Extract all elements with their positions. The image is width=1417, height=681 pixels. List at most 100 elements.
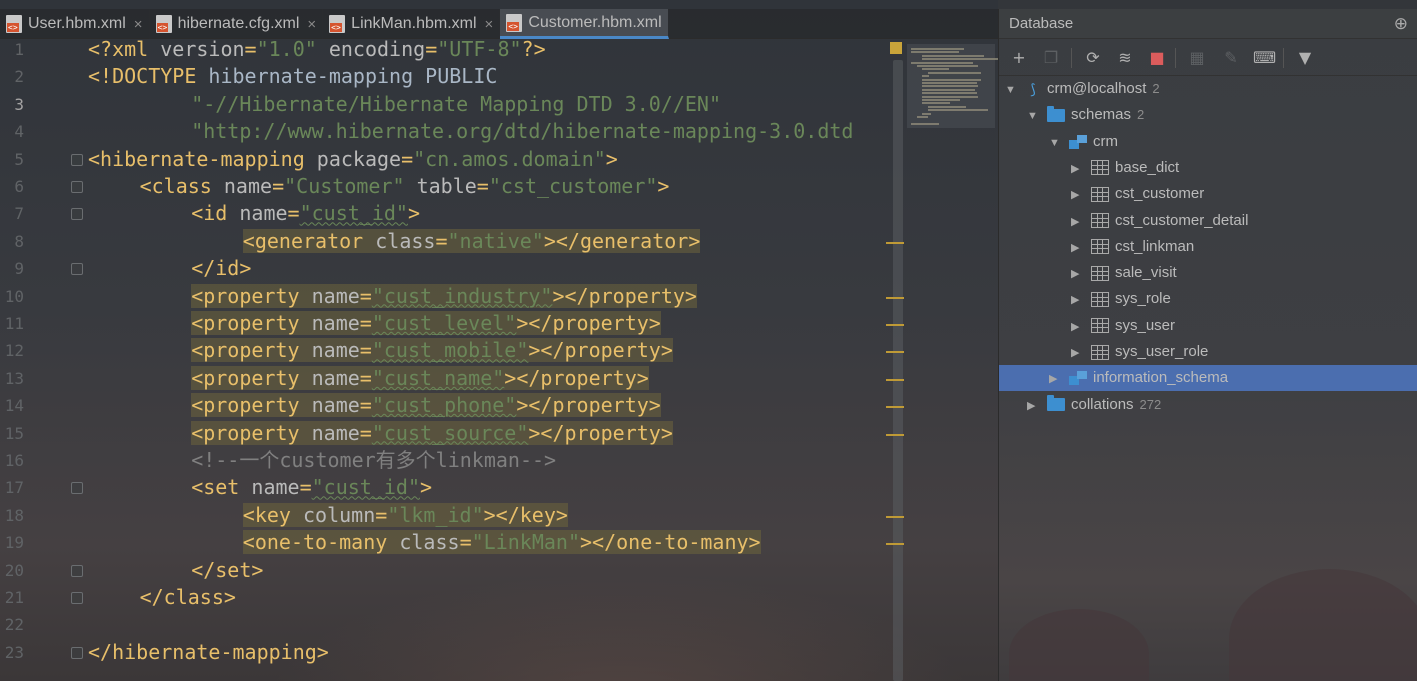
- collapsed-arrow-icon[interactable]: ▶: [1071, 182, 1085, 208]
- code-token: "cust_industry": [371, 283, 553, 308]
- code-token: ></property>: [516, 311, 661, 335]
- tree-node-sale-visit[interactable]: ▶ sale_visit: [999, 260, 1177, 286]
- table-icon: [1091, 186, 1109, 202]
- fold-marker-icon[interactable]: [71, 153, 83, 166]
- fold-marker-icon[interactable]: [71, 592, 83, 604]
- highlight-scroll-marker[interactable]: [886, 296, 904, 299]
- highlight-scroll-marker[interactable]: [886, 378, 904, 381]
- tree-node-sys-user[interactable]: ▶ sys_user: [999, 313, 1175, 339]
- collapsed-arrow-icon[interactable]: ▶: [1071, 287, 1085, 313]
- highlight-scroll-marker[interactable]: [886, 351, 904, 354]
- collapsed-arrow-icon[interactable]: ▶: [1071, 261, 1085, 287]
- code-line: <set name="cust_id">: [88, 474, 432, 501]
- copy-icon[interactable]: ❐: [1041, 48, 1061, 68]
- add-icon[interactable]: +: [1009, 48, 1029, 68]
- code-token: "cust_level": [371, 311, 517, 335]
- collapsed-arrow-icon[interactable]: ▶: [1071, 314, 1085, 340]
- fold-marker-icon[interactable]: [71, 181, 83, 193]
- tree-node-crm[interactable]: ▼ crm: [999, 129, 1118, 155]
- code-token: <property: [191, 283, 312, 308]
- sql-console-icon[interactable]: ⌨: [1253, 48, 1276, 68]
- close-tab-icon[interactable]: ×: [134, 16, 143, 33]
- code-token: name: [311, 393, 360, 418]
- vertical-scrollbar[interactable]: [893, 60, 903, 681]
- tree-node-base-dict[interactable]: ▶ base_dict: [999, 155, 1179, 181]
- code-token: >: [605, 146, 618, 171]
- collapsed-arrow-icon[interactable]: ▶: [1071, 156, 1085, 182]
- line-number: 8: [14, 231, 24, 251]
- minimap-line: [916, 116, 928, 118]
- tree-node-collations[interactable]: ▶ collations 272: [999, 392, 1161, 418]
- tree-node-label: sys_user: [1115, 316, 1176, 334]
- code-editor[interactable]: User.hbm.xml×hibernate.cfg.xml×LinkMan.h…: [0, 0, 998, 681]
- tree-node-label: cst_customer_detail: [1115, 211, 1249, 229]
- close-tab-icon[interactable]: ×: [307, 16, 316, 33]
- editor-tab[interactable]: User.hbm.xml ×: [0, 9, 150, 39]
- code-line: <!DOCTYPE hibernate-mapping PUBLIC: [88, 63, 497, 90]
- tree-node-crm-localhost[interactable]: ▼ ⟆ crm@localhost 2: [999, 76, 1160, 102]
- expanded-arrow-icon[interactable]: ▼: [1005, 77, 1019, 103]
- refresh-icon[interactable]: ⟳: [1083, 48, 1103, 68]
- code-token: ?>: [521, 37, 546, 61]
- code-token: "cust_phone": [371, 393, 517, 418]
- code-token: =: [244, 37, 257, 61]
- highlight-scroll-marker[interactable]: [886, 406, 904, 409]
- editor-tab[interactable]: Customer.hbm.xml: [500, 9, 669, 39]
- table-icon: [1091, 318, 1109, 334]
- xml-file-icon: [6, 15, 22, 33]
- highlight-scroll-marker[interactable]: [886, 543, 904, 546]
- minimap-line: [911, 122, 939, 125]
- code-token: <key: [242, 502, 304, 527]
- table-editor-icon[interactable]: ▦: [1187, 48, 1207, 68]
- code-token: "cust_name": [371, 365, 505, 390]
- fold-marker-icon[interactable]: [71, 263, 83, 276]
- code-minimap[interactable]: [907, 44, 998, 128]
- highlight-scroll-marker[interactable]: [886, 515, 904, 518]
- line-number: 5: [14, 149, 24, 169]
- tree-node-information-schema[interactable]: ▶ information_schema: [999, 365, 1417, 392]
- tree-node-schemas[interactable]: ▼ schemas 2: [999, 102, 1144, 128]
- close-tab-icon[interactable]: ×: [485, 16, 494, 33]
- highlight-scroll-marker[interactable]: [886, 241, 904, 244]
- editor-tab[interactable]: LinkMan.hbm.xml ×: [323, 9, 501, 39]
- fold-marker-icon[interactable]: [71, 646, 83, 659]
- expanded-arrow-icon[interactable]: ▼: [1027, 103, 1041, 129]
- highlight-scroll-marker[interactable]: [886, 324, 904, 326]
- line-number: 13: [4, 368, 24, 388]
- toolbar-separator: [1283, 48, 1284, 68]
- code-token: name: [223, 174, 273, 198]
- collapsed-arrow-icon[interactable]: ▶: [1027, 393, 1041, 419]
- code-line: <class name="Customer" table="cst_custom…: [88, 173, 670, 200]
- tree-node-cst-linkman[interactable]: ▶ cst_linkman: [999, 234, 1194, 260]
- expanded-arrow-icon[interactable]: ▼: [1049, 130, 1063, 156]
- code-line-content: <property name="cust_mobile"></property>: [191, 338, 673, 363]
- code-token: "cst_customer": [488, 174, 658, 198]
- fold-marker-icon[interactable]: [71, 482, 83, 495]
- code-line: <property name="cust_phone"></property>: [88, 392, 661, 419]
- collapsed-arrow-icon[interactable]: ▶: [1071, 340, 1085, 366]
- collapsed-arrow-icon[interactable]: ▶: [1049, 366, 1063, 392]
- highlight-scroll-marker[interactable]: [886, 433, 904, 436]
- collapsed-arrow-icon[interactable]: ▶: [1071, 209, 1085, 235]
- tree-node-sys-user-role[interactable]: ▶ sys_user_role: [999, 339, 1208, 365]
- collapsed-arrow-icon[interactable]: ▶: [1071, 235, 1085, 261]
- fold-marker-icon[interactable]: [71, 208, 83, 221]
- tree-node-cst-customer-detail[interactable]: ▶ cst_customer_detail: [999, 208, 1248, 234]
- stop-icon[interactable]: ■: [1147, 48, 1167, 68]
- code-token: =: [272, 174, 285, 198]
- editor-tab[interactable]: hibernate.cfg.xml ×: [150, 9, 324, 39]
- code-line: <property name="cust_name"></property>: [88, 365, 649, 392]
- edit-icon[interactable]: ✎: [1221, 48, 1241, 68]
- fold-marker-icon[interactable]: [71, 564, 83, 577]
- tree-node-sys-role[interactable]: ▶ sys_role: [999, 286, 1171, 312]
- minimap-line: [911, 61, 973, 64]
- sync-schema-icon[interactable]: ≋: [1115, 48, 1135, 68]
- code-line-content: "-//Hibernate/Hibernate Mapping DTD 3.0/…: [191, 92, 721, 116]
- warning-indicator-icon[interactable]: [890, 42, 902, 54]
- filter-icon[interactable]: ▼: [1295, 48, 1315, 68]
- code-token: <!--一个customer有多个linkman-->: [191, 448, 557, 472]
- minimap-line: [911, 51, 959, 54]
- tree-node-label: crm@localhost: [1047, 80, 1147, 97]
- panel-settings-icon[interactable]: ⊕: [1394, 14, 1408, 34]
- tree-node-cst-customer[interactable]: ▶ cst_customer: [999, 181, 1204, 207]
